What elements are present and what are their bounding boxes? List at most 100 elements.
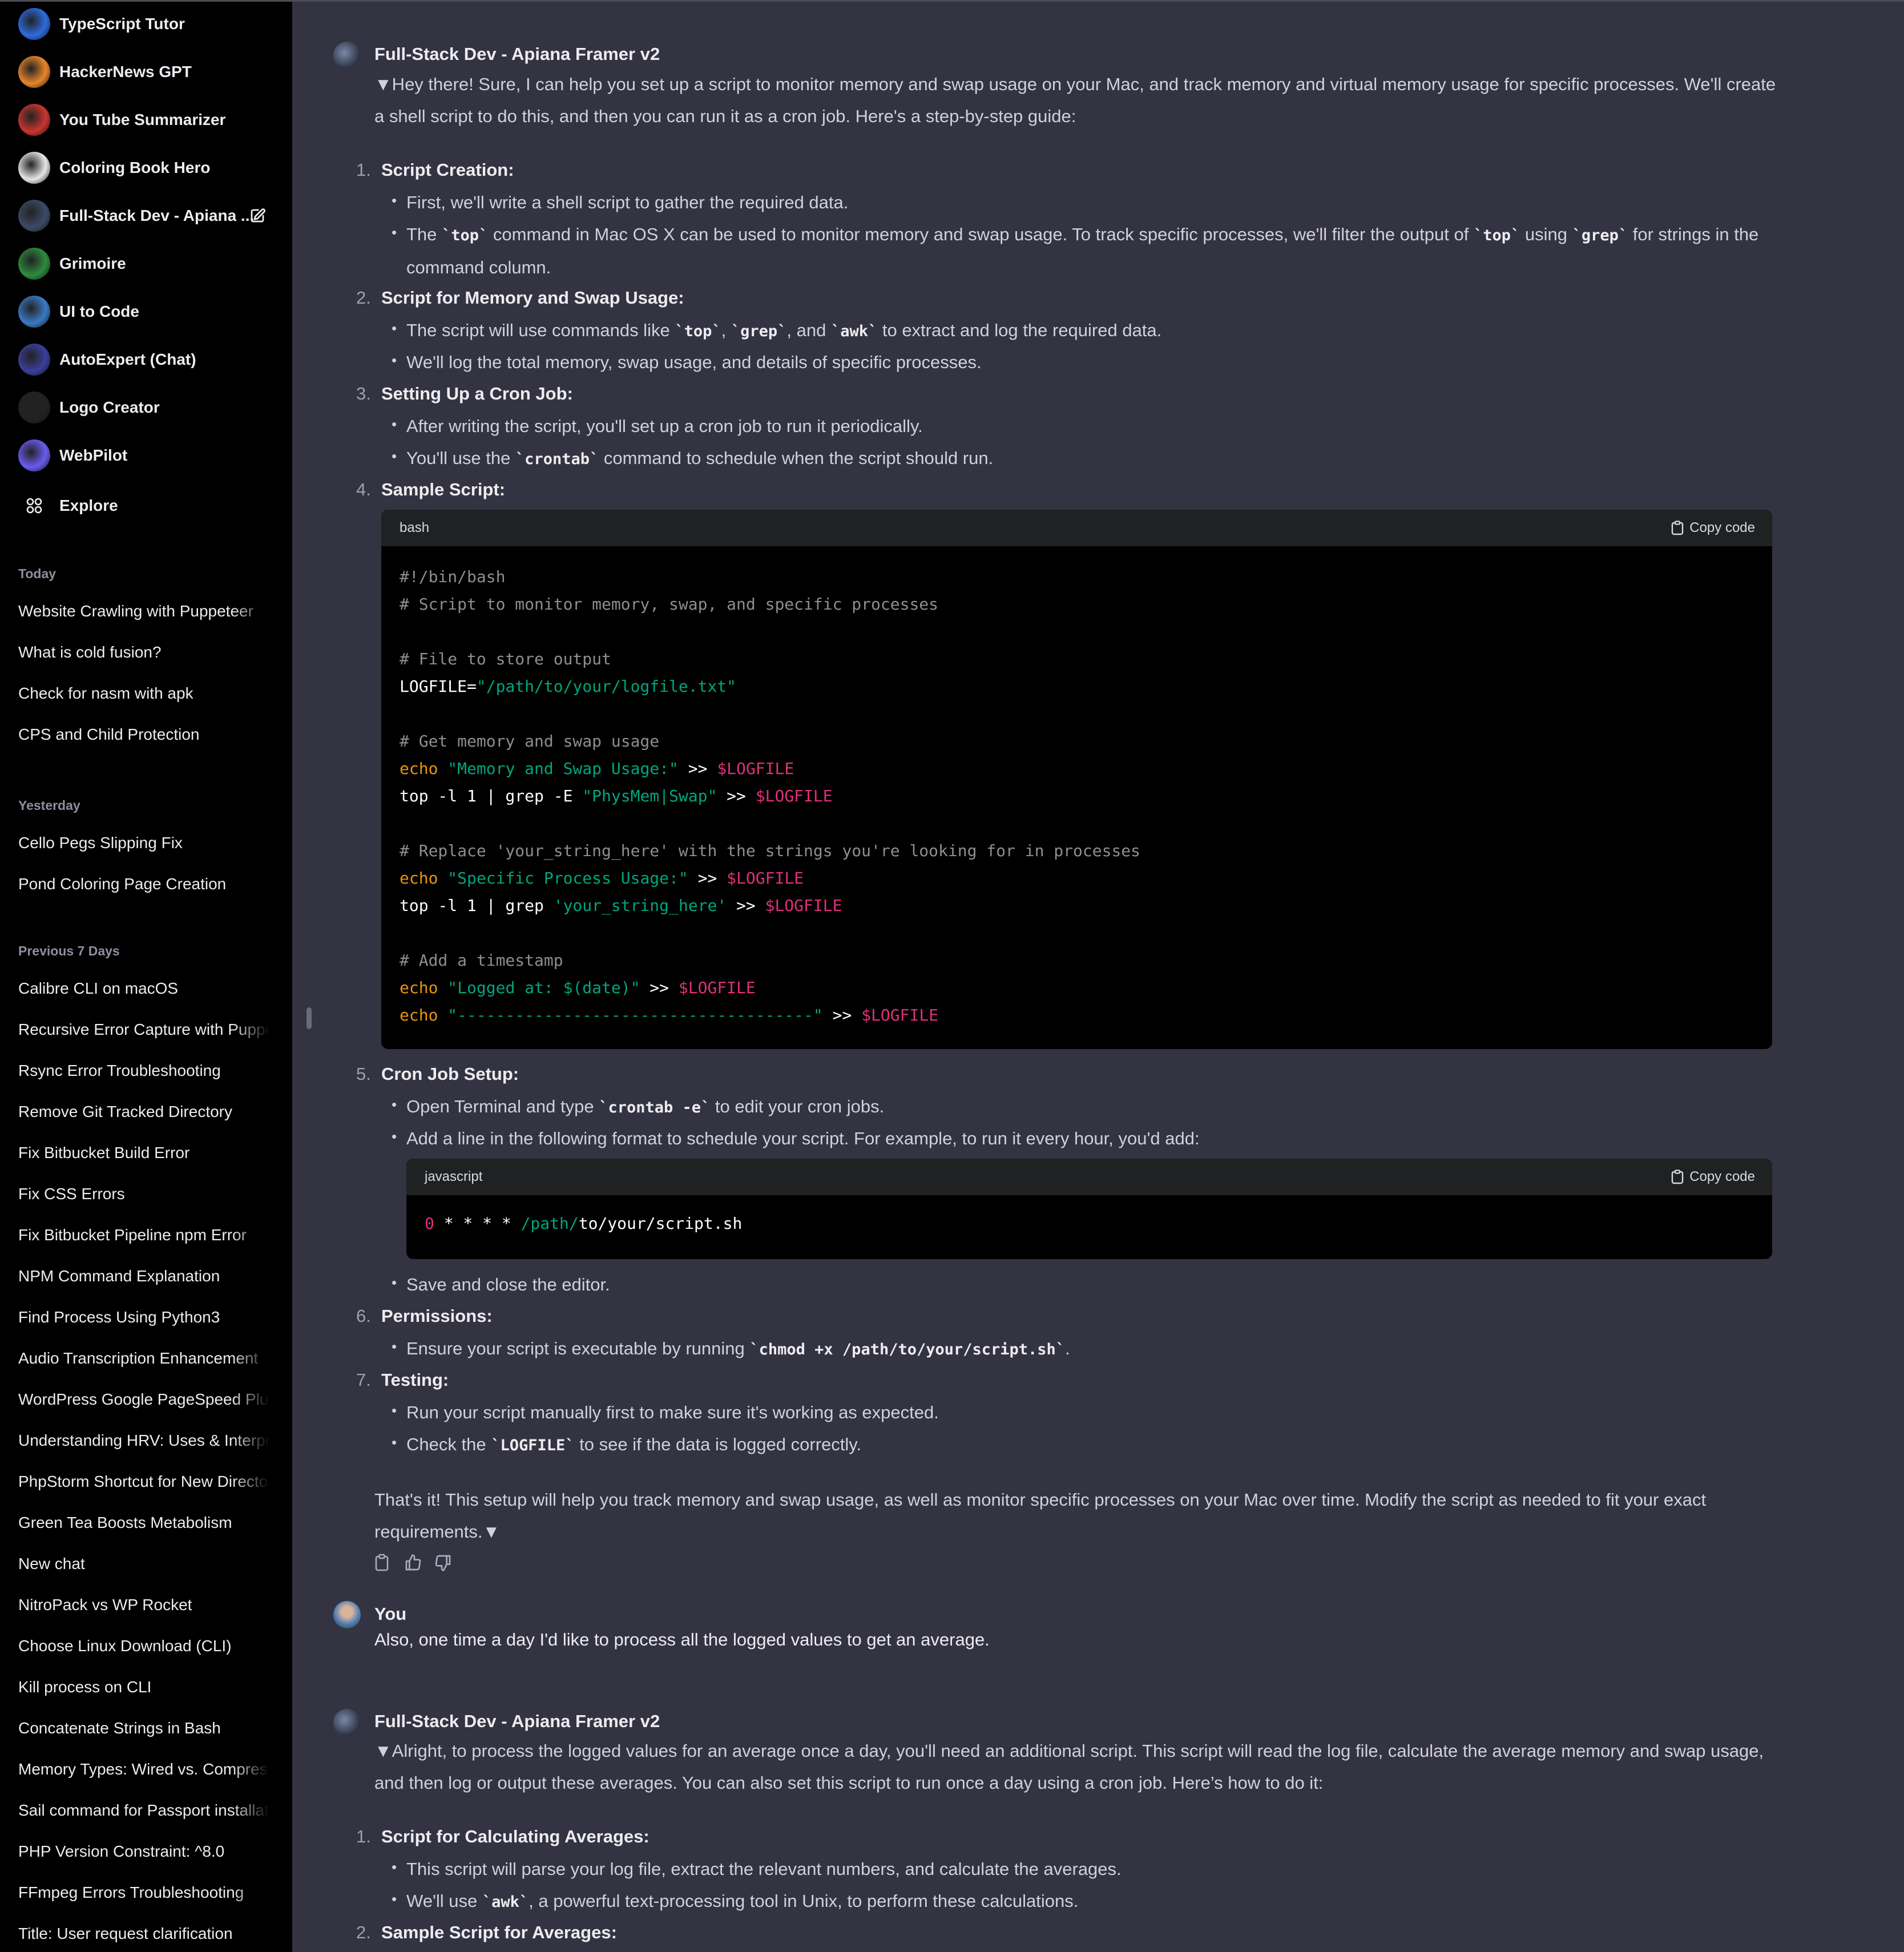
sidebar-gpt-item[interactable]: Full-Stack Dev - Apiana ... <box>18 197 281 234</box>
chat-history-item[interactable]: Sail command for Passport installation <box>18 1801 269 1820</box>
step-number: 1. <box>356 1826 371 1846</box>
chat-history-item[interactable]: Pond Coloring Page Creation <box>18 875 269 893</box>
text: command in Mac OS X can be used to monit… <box>488 224 1474 244</box>
chat-history-item[interactable]: Recursive Error Capture with Puppeteer <box>18 1021 269 1039</box>
chat-history-item[interactable]: Fix CSS Errors <box>18 1185 269 1203</box>
chat-history-item[interactable]: Calibre CLI on macOS <box>18 979 269 998</box>
chat-history-item[interactable]: NitroPack vs WP Rocket <box>18 1596 269 1614</box>
inline-code: `awk` <box>830 322 878 340</box>
code-regex: /path/ <box>521 1214 579 1233</box>
list-item: Save and close the editor. <box>392 1267 1799 1301</box>
edit-icon[interactable] <box>249 207 266 224</box>
hackernews-gpt-avatar <box>18 56 50 88</box>
chat-history-item[interactable]: Rsync Error Troubleshooting <box>18 1062 269 1080</box>
assistant-avatar <box>333 42 361 69</box>
list-item: First, we'll write a shell script to gat… <box>392 184 1799 219</box>
sidebar-gpt-item[interactable]: HackerNews GPT <box>18 54 281 90</box>
copy-code-button[interactable]: Copy code <box>1671 520 1755 536</box>
chat-history-item[interactable]: What is cold fusion? <box>18 643 269 662</box>
chat-history-item[interactable]: Title: User request clarification <box>18 1925 269 1943</box>
list-item: Open Terminal and type `crontab -e` to e… <box>392 1088 1799 1124</box>
typescript-tutor-avatar <box>18 8 50 40</box>
sidebar-item-label: Explore <box>59 497 118 514</box>
chat-history-item[interactable]: Check for nasm with apk <box>18 684 269 703</box>
list-item: The script will use commands like `top`,… <box>392 312 1799 348</box>
thumbs-down-button[interactable] <box>434 1554 452 1572</box>
message-intro: ▼Alright, to process the logged values f… <box>374 1741 1764 1793</box>
code-text: >> <box>822 1006 862 1025</box>
code-keyword: echo <box>400 1006 438 1025</box>
list-item: After writing the script, you'll set up … <box>392 408 1799 442</box>
chat-history-item[interactable]: Green Tea Boosts Metabolism <box>18 1514 269 1532</box>
chat-history-item[interactable]: Concatenate Strings in Bash <box>18 1719 269 1737</box>
thumbs-up-button[interactable] <box>404 1554 422 1572</box>
sidebar-gpt-item[interactable]: WebPilot <box>18 437 281 474</box>
explore-grid-icon <box>18 490 50 522</box>
chat-history-item[interactable]: Understanding HRV: Uses & Interpretation <box>18 1431 269 1450</box>
code-string: 'your_string_here' <box>553 896 727 915</box>
text: Check the <box>406 1434 491 1454</box>
chat-history-item[interactable]: PhpStorm Shortcut for New Directory <box>18 1473 269 1491</box>
step-title: Script for Calculating Averages: <box>381 1826 650 1846</box>
code-block-bash: bash Copy code #!/bin/bash # Script to m… <box>381 510 1772 1049</box>
chat-history-item[interactable]: Remove Git Tracked Directory <box>18 1103 269 1121</box>
chat-history-item[interactable]: FFmpeg Errors Troubleshooting <box>18 1884 269 1902</box>
sidebar-gpt-item[interactable]: Coloring Book Hero <box>18 150 281 186</box>
sidebar-gpt-item[interactable]: UI to Code <box>18 293 281 330</box>
inline-code: `top` <box>1473 227 1520 244</box>
sidebar-resize-handle[interactable] <box>306 1007 312 1029</box>
logo-creator-avatar <box>18 392 50 424</box>
inline-code: `chmod +x /path/to/your/script.sh` <box>749 1341 1066 1358</box>
chat-history-item[interactable]: WordPress Google PageSpeed Plugin <box>18 1390 269 1409</box>
chat-history-item[interactable]: Kill process on CLI <box>18 1678 269 1696</box>
code-variable: $LOGFILE <box>765 896 842 915</box>
chat-history-item[interactable]: NPM Command Explanation <box>18 1267 269 1285</box>
chat-history-item[interactable]: CPS and Child Protection <box>18 725 269 744</box>
inline-code: `grep` <box>731 322 787 340</box>
chat-history-item[interactable]: Fix Bitbucket Build Error <box>18 1144 269 1162</box>
text: . <box>1065 1338 1070 1358</box>
sidebar-item-explore[interactable]: Explore <box>18 487 281 524</box>
sidebar-gpt-item[interactable]: Grimoire <box>18 245 281 282</box>
chat-history-item[interactable]: Fix Bitbucket Pipeline npm Error <box>18 1226 269 1244</box>
chat-history-item[interactable]: New chat <box>18 1555 269 1573</box>
text: , a powerful text-processing tool in Uni… <box>529 1891 1079 1911</box>
code-text: top -l 1 | grep <box>400 896 554 915</box>
chat-history-item[interactable]: Audio Transcription Enhancement <box>18 1349 269 1368</box>
text: The script will use commands like <box>406 320 675 340</box>
sidebar-gpt-item[interactable]: Logo Creator <box>18 389 281 426</box>
chat-history-item[interactable]: Find Process Using Python3 <box>18 1308 269 1326</box>
step-title: Testing: <box>381 1370 449 1390</box>
message-author: You <box>374 1604 407 1624</box>
sidebar-item-label: TypeScript Tutor <box>59 15 185 33</box>
chat-history-item[interactable]: Cello Pegs Slipping Fix <box>18 834 269 852</box>
thumbs-down-icon <box>435 1555 451 1571</box>
chat-history-item[interactable]: Memory Types: Wired vs. Compressed <box>18 1760 269 1778</box>
copy-message-button[interactable] <box>374 1554 393 1572</box>
chat-history-item[interactable]: Website Crawling with Puppeteer <box>18 602 269 620</box>
thumbs-up-icon <box>405 1554 421 1571</box>
code-variable: $LOGFILE <box>678 978 756 997</box>
sidebar-gpt-item[interactable]: AutoExpert (Chat) <box>18 341 281 378</box>
assistant-avatar <box>333 1709 361 1736</box>
text: to extract and log the required data. <box>877 320 1162 340</box>
chat-history-item[interactable]: Choose Linux Download (CLI) <box>18 1637 269 1655</box>
window-top-border <box>0 0 1904 2</box>
webpilot-avatar <box>18 439 50 471</box>
autoexpert-avatar <box>18 344 50 376</box>
step-number: 1. <box>356 160 371 180</box>
clipboard-icon <box>375 1554 389 1571</box>
message-intro: ▼Hey there! Sure, I can help you set up … <box>374 74 1776 126</box>
sidebar: TypeScript Tutor HackerNews GPT You Tube S… <box>0 0 292 1952</box>
copy-code-button[interactable]: Copy code <box>1671 1169 1755 1185</box>
ui-to-code-avatar <box>18 296 50 328</box>
chat-history-item[interactable]: PHP Version Constraint: ^8.0 <box>18 1842 269 1861</box>
sidebar-gpt-item[interactable]: TypeScript Tutor <box>18 6 281 42</box>
sidebar-item-label: AutoExpert (Chat) <box>59 350 196 368</box>
sidebar-item-label: You Tube Summarizer <box>59 111 226 128</box>
sidebar-gpt-item[interactable]: You Tube Summarizer <box>18 102 281 138</box>
step-title: Setting Up a Cron Job: <box>381 384 573 404</box>
sidebar-item-label: UI to Code <box>59 303 139 320</box>
list-item: We'll log the total memory, swap usage, … <box>392 344 1799 378</box>
user-avatar <box>333 1601 361 1628</box>
